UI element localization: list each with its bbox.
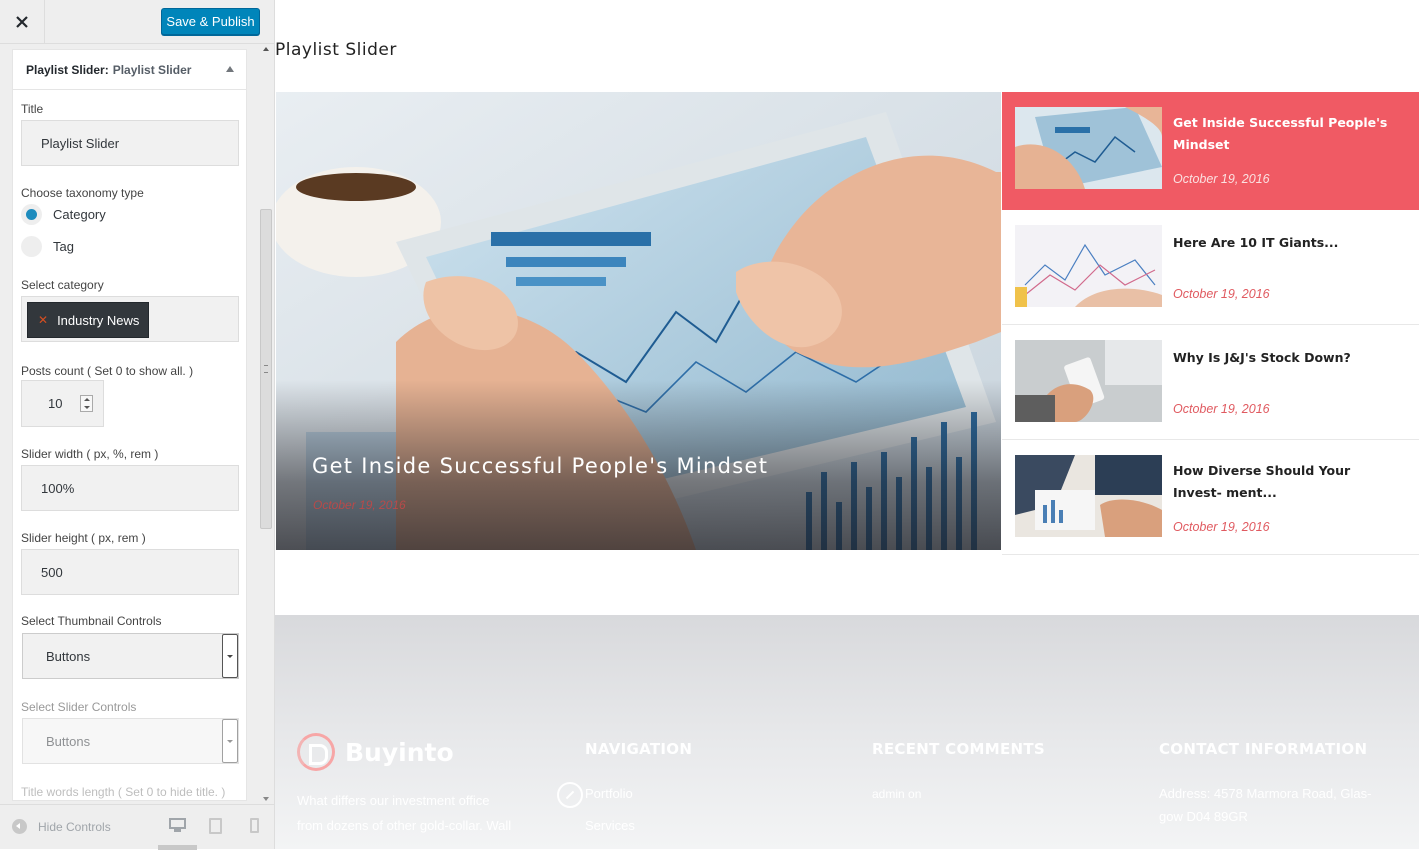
slider-controls-value: Buttons [46, 733, 91, 749]
comment-author[interactable]: admin on [872, 783, 921, 805]
scroll-up-arrow[interactable] [263, 47, 269, 51]
remove-x-icon[interactable]: ✕ [38, 313, 48, 327]
footer-brand[interactable]: Buyinto [297, 733, 454, 771]
nav-item-portfolio[interactable]: Portfolio [585, 783, 633, 805]
scroll-down-arrow[interactable] [263, 797, 269, 801]
widget-title: Playlist Slider [275, 40, 397, 60]
title-input[interactable]: Playlist Slider [21, 120, 239, 166]
playlist-item-date: October 19, 2016 [1173, 287, 1270, 301]
playlist-item-title: Why Is J&J's Stock Down? [1173, 350, 1351, 365]
slider-controls-select[interactable]: Buttons [22, 718, 239, 764]
main-slide-date: October 19, 2016 [313, 498, 406, 512]
comments-heading: RECENT COMMENTS [872, 740, 1046, 758]
customizer-sidebar: Save & Publish Playlist Slider: Playlist… [0, 0, 275, 850]
thumb-controls-value: Buttons [46, 648, 91, 664]
slider-width-input[interactable]: 100% [21, 465, 239, 511]
spinner-icon[interactable] [80, 395, 93, 412]
radio-button-checked[interactable] [21, 204, 42, 225]
nav-item-services[interactable]: Services [585, 815, 635, 837]
playlist: Get Inside Successful People's Mindset O… [1002, 92, 1419, 555]
save-publish-button[interactable]: Save & Publish [161, 8, 260, 35]
widget-header-name: Playlist Slider [112, 62, 192, 77]
category-label: Select category [21, 278, 104, 292]
title-label: Title [21, 102, 44, 116]
contact-address-line-2: gow D04 89GR [1159, 809, 1248, 824]
tablet-icon[interactable] [209, 818, 222, 834]
playlist-thumbnail [1015, 455, 1162, 537]
widget-header[interactable]: Playlist Slider: Playlist Slider [13, 50, 246, 90]
playlist-item-title: How Diverse Should Your Invest- ment... [1173, 463, 1351, 500]
playlist-item[interactable]: Get Inside Successful People's Mindset O… [1002, 92, 1419, 210]
posts-count-value: 10 [48, 396, 63, 411]
widget-panel: Playlist Slider: Playlist Slider Title P… [12, 49, 247, 801]
site-footer: Buyinto What differs our investment offi… [275, 615, 1419, 849]
category-select[interactable]: ✕ Industry News [21, 296, 239, 342]
close-icon [16, 16, 28, 28]
main-slide-title[interactable]: Get Inside Successful People's Mindset [312, 454, 768, 478]
edit-pencil-icon[interactable] [557, 782, 583, 808]
playlist-item-date: October 19, 2016 [1173, 402, 1270, 416]
playlist-thumbnail [1015, 107, 1162, 189]
hide-controls-label: Hide Controls [38, 819, 111, 834]
dropdown-arrow-icon[interactable] [222, 634, 238, 678]
brand-description-line-1: What differs our investment office [297, 793, 490, 808]
buyinto-logo-icon [297, 733, 335, 771]
dropdown-arrow-icon[interactable] [222, 719, 238, 763]
brand-name: Buyinto [345, 737, 454, 767]
slider-height-input[interactable]: 500 [21, 549, 239, 595]
playlist-item-date: October 19, 2016 [1173, 520, 1270, 534]
site-preview: Playlist Slider Get Inside Successful Pe… [275, 0, 1419, 849]
radio-tag[interactable]: Tag [21, 236, 74, 257]
nav-heading: NAVIGATION [585, 740, 693, 758]
playlist-item[interactable]: Why Is J&J's Stock Down? October 19, 201… [1002, 325, 1419, 440]
device-active-indicator [158, 845, 197, 850]
playlist-item-title: Get Inside Successful People's Mindset [1173, 115, 1388, 152]
category-chip-label: Industry News [57, 312, 140, 328]
thumb-controls-select[interactable]: Buttons [22, 633, 239, 679]
playlist-item-title: Here Are 10 IT Giants... [1173, 235, 1339, 250]
brand-description-line-2: from dozens of other gold-collar. Wall [297, 818, 512, 833]
scrollbar-thumb[interactable] [260, 209, 272, 529]
triangle-up-icon[interactable] [226, 66, 234, 72]
contact-address-line-1: Address: 4578 Marmora Road, Glas- [1159, 786, 1372, 801]
contact-heading: CONTACT INFORMATION [1159, 740, 1368, 758]
playlist-thumbnail [1015, 225, 1162, 307]
posts-count-label: Posts count ( Set 0 to show all. ) [21, 364, 194, 378]
customizer-footer: Hide Controls [0, 804, 274, 850]
playlist-item-date: October 19, 2016 [1173, 172, 1270, 186]
hide-controls-button[interactable]: Hide Controls [12, 819, 111, 834]
slider-width-label: Slider width ( px, %, rem ) [21, 447, 159, 461]
close-button[interactable] [0, 0, 45, 44]
category-chip: ✕ Industry News [27, 302, 150, 338]
thumb-controls-label: Select Thumbnail Controls [21, 614, 162, 628]
playlist-item[interactable]: Here Are 10 IT Giants... October 19, 201… [1002, 210, 1419, 325]
customizer-header: Save & Publish [0, 0, 274, 44]
playlist-item[interactable]: How Diverse Should Your Invest- ment... … [1002, 440, 1419, 555]
slider-controls-label: Select Slider Controls [21, 700, 137, 714]
sidebar-scrollbar[interactable] [258, 44, 274, 804]
radio-button[interactable] [21, 236, 42, 257]
slider-height-label: Slider height ( px, rem ) [21, 531, 146, 545]
title-words-label: Title words length ( Set 0 to hide title… [21, 785, 226, 799]
hide-controls-icon [12, 819, 27, 834]
radio-category-label: Category [53, 207, 106, 222]
mobile-icon[interactable] [250, 818, 259, 833]
main-slide[interactable]: Get Inside Successful People's Mindset O… [276, 92, 1001, 550]
playlist-thumbnail [1015, 340, 1162, 422]
posts-count-input[interactable]: 10 [21, 380, 104, 427]
widget-header-prefix: Playlist Slider: [26, 62, 109, 77]
radio-category[interactable]: Category [21, 204, 106, 225]
radio-tag-label: Tag [53, 239, 74, 254]
desktop-icon[interactable] [169, 818, 186, 832]
taxonomy-label: Choose taxonomy type [21, 186, 144, 200]
